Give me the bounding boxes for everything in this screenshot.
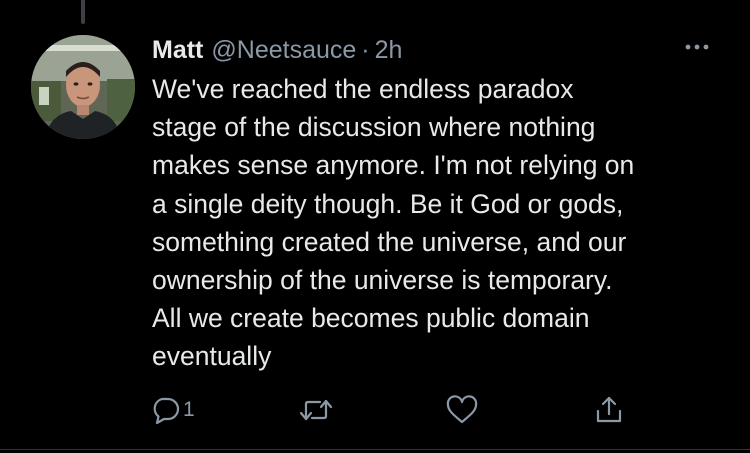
thread-connector-line — [81, 0, 85, 24]
retweet-button[interactable] — [298, 392, 334, 428]
share-button[interactable] — [593, 392, 625, 428]
tweet-divider — [0, 449, 750, 450]
like-button[interactable] — [445, 392, 479, 428]
more-dots-icon — [685, 44, 709, 50]
reply-icon — [153, 397, 180, 425]
heart-icon — [446, 395, 478, 424]
tweet-header: Matt @Neetsauce · 2h — [152, 30, 402, 70]
author-handle[interactable]: @Neetsauce — [211, 36, 356, 65]
profile-photo-avatar — [31, 35, 135, 139]
retweet-icon — [299, 399, 333, 421]
reply-button[interactable]: 1 — [150, 392, 195, 428]
share-icon — [596, 396, 622, 423]
tweet-timestamp[interactable]: 2h — [375, 36, 403, 65]
author-name[interactable]: Matt — [152, 36, 203, 65]
avatar[interactable] — [31, 35, 135, 139]
tweet-text: We've reached the endless paradox stage … — [152, 74, 635, 372]
more-options-button[interactable] — [680, 32, 720, 62]
separator-dot: · — [361, 35, 370, 64]
reply-count: 1 — [183, 398, 195, 421]
